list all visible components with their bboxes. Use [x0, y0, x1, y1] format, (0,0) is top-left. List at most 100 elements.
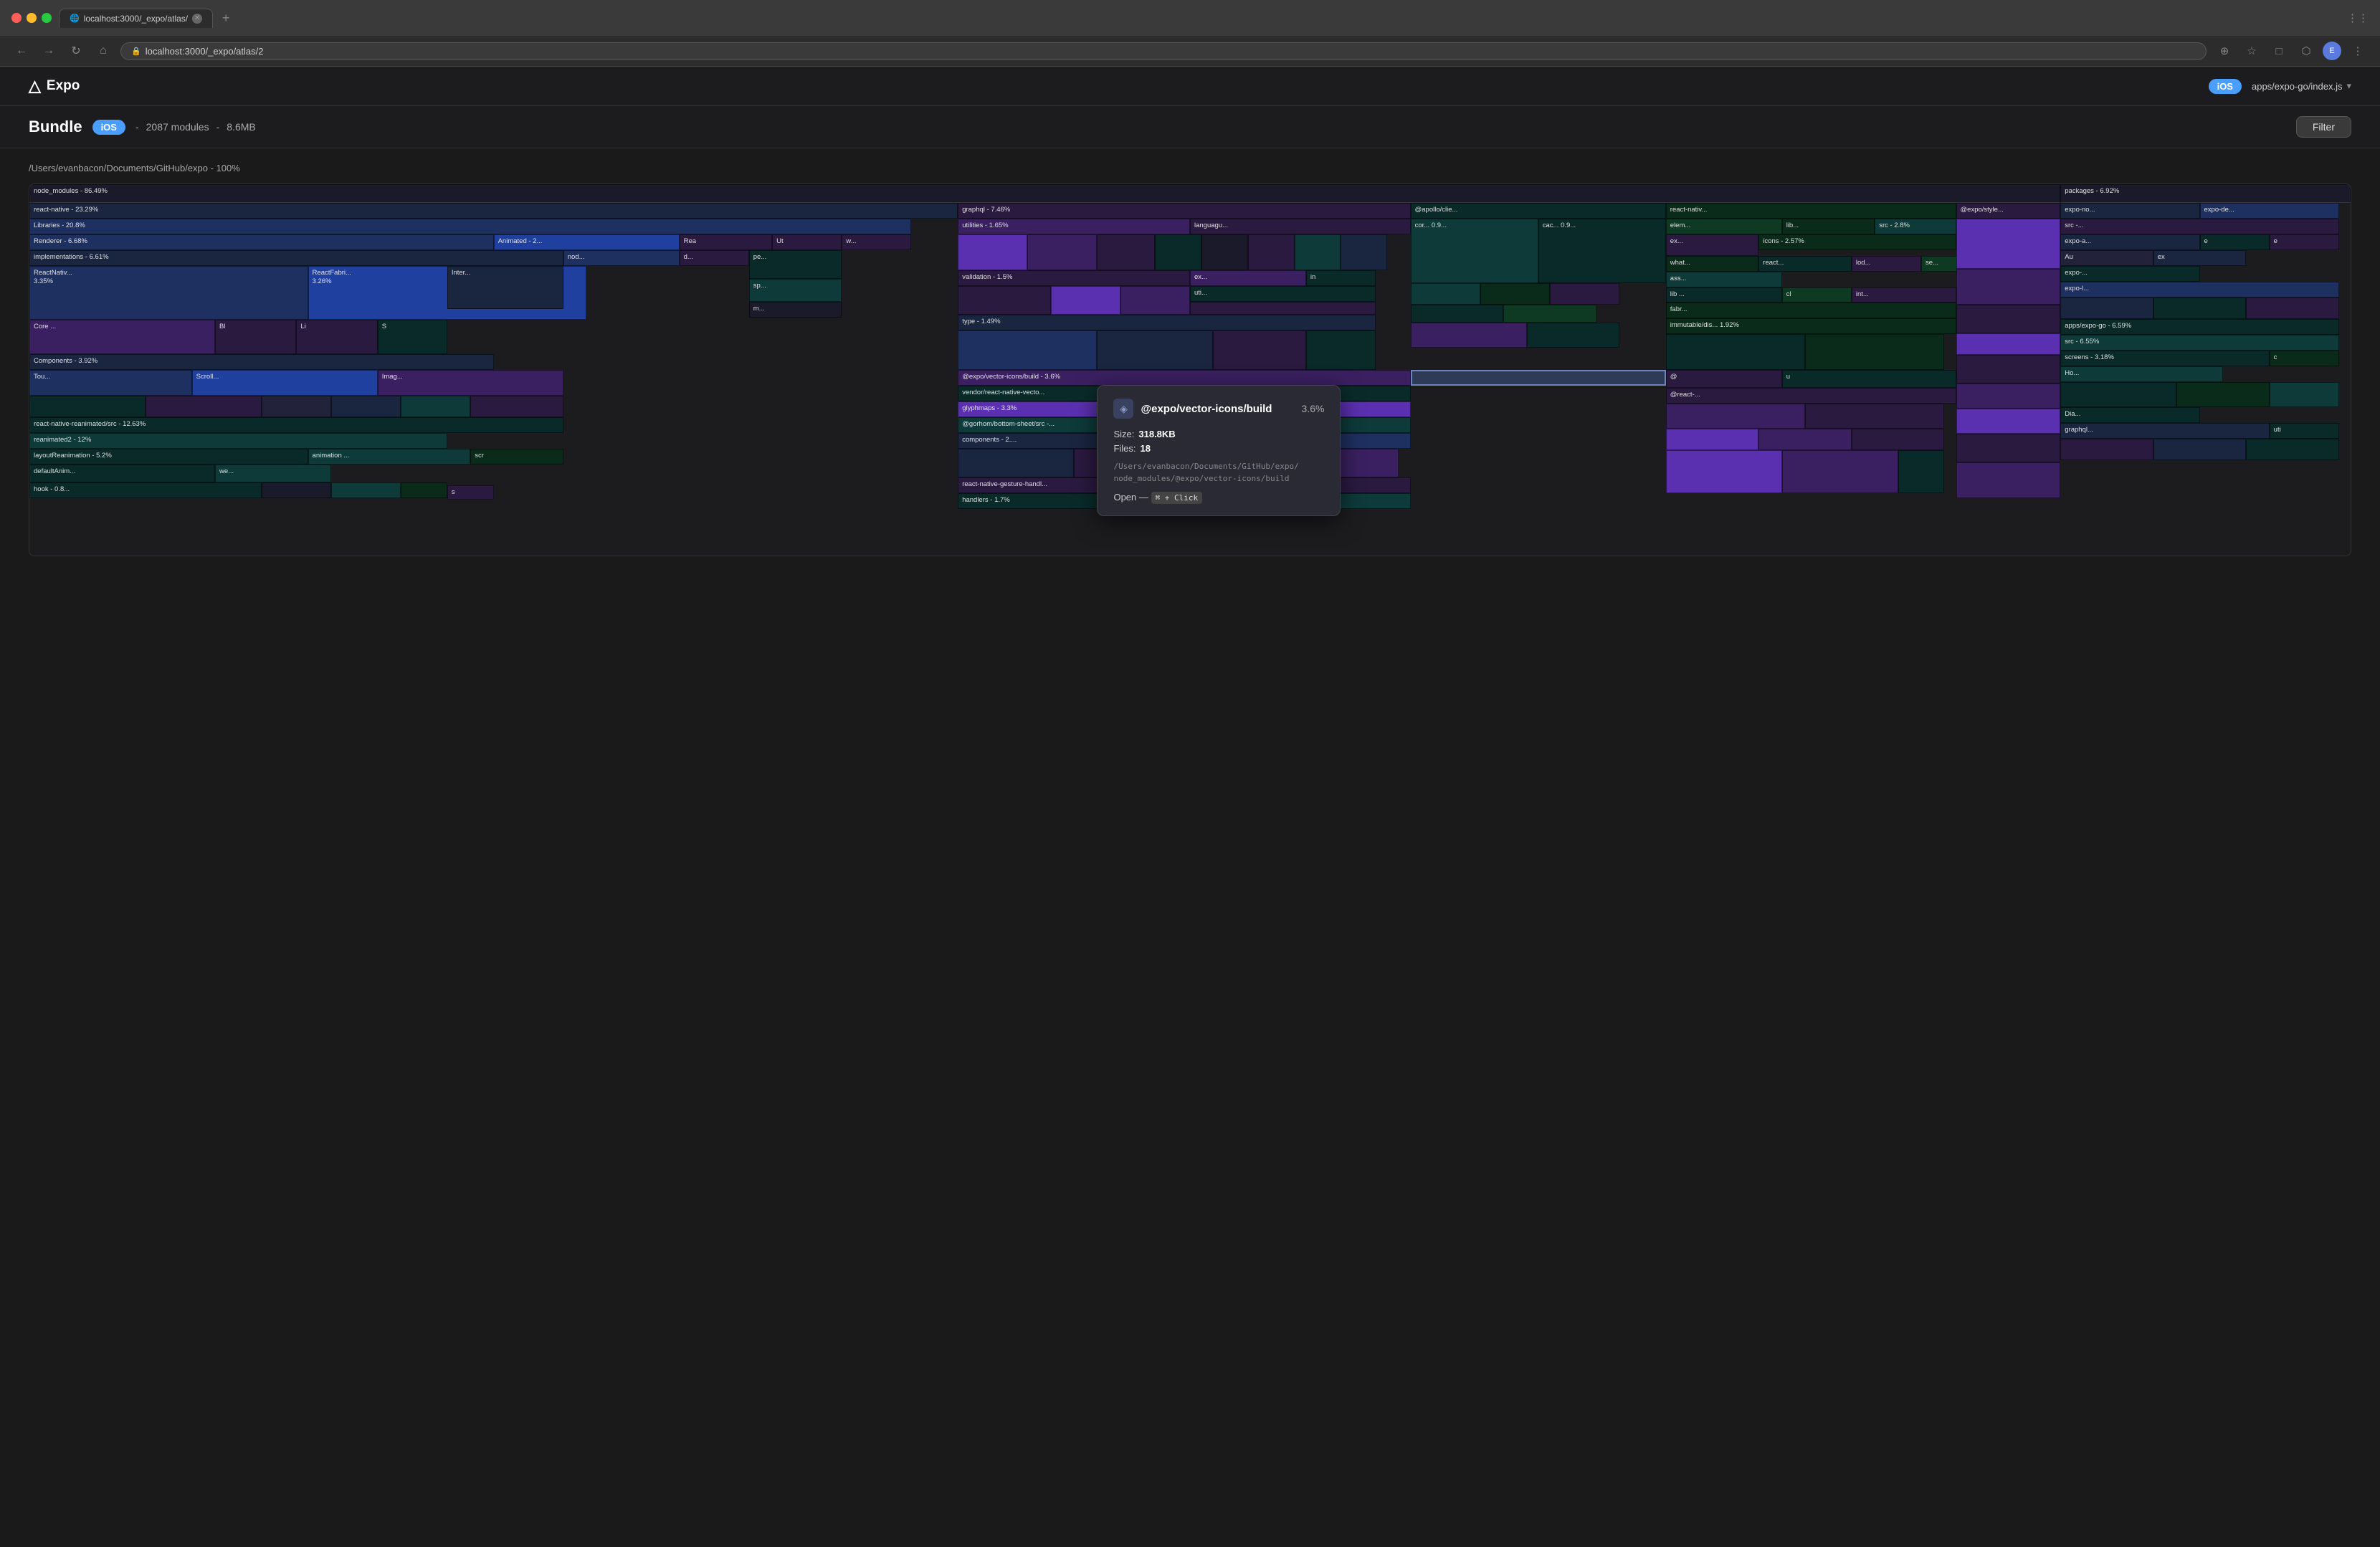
layout-cell[interactable]: layoutReanimation - 5.2%	[29, 449, 308, 465]
purple-area2[interactable]	[1805, 404, 1944, 429]
pkg-small1[interactable]	[2060, 298, 2153, 319]
w-cell[interactable]: w...	[842, 234, 911, 250]
m-cell[interactable]: m...	[749, 302, 842, 318]
apollo-small4[interactable]	[1411, 305, 1504, 323]
src2-cell[interactable]: src - 6.55%	[2060, 335, 2339, 351]
screenshot-icon[interactable]: □	[2268, 40, 2290, 62]
expo-style-extra4[interactable]	[1956, 434, 2061, 462]
file-selector[interactable]: apps/expo-go/index.js ▾	[2252, 80, 2351, 92]
gq-small3[interactable]	[1097, 234, 1155, 270]
au-cell[interactable]: Au	[2060, 250, 2153, 266]
expo-style-cell4[interactable]	[1956, 333, 2061, 355]
c-cell[interactable]: c	[2270, 351, 2339, 366]
animated-cell[interactable]: Animated - 2...	[494, 234, 680, 250]
reanimated2-cell[interactable]: reanimated2 - 12%	[29, 433, 447, 449]
li-cell[interactable]: Li	[296, 320, 377, 354]
node-modules-header[interactable]: node_modules - 86.49%	[29, 184, 2060, 203]
immutable-small2[interactable]	[1805, 334, 1944, 370]
reload-button[interactable]: ↻	[66, 41, 86, 61]
gq-small2[interactable]	[1027, 234, 1097, 270]
imag-cell[interactable]: Imag...	[378, 370, 563, 396]
defaultanim-cell[interactable]: defaultAnim...	[29, 465, 215, 482]
type-small4[interactable]	[1306, 330, 1376, 370]
pkg-small2[interactable]	[2153, 298, 2247, 319]
inter-cell[interactable]: Inter...	[447, 266, 563, 309]
packages-header[interactable]: packages - 6.92%	[2060, 184, 2351, 203]
purple-area3[interactable]	[1666, 429, 1759, 450]
val-small2[interactable]	[1051, 286, 1120, 315]
zoom-icon[interactable]: ⊕	[2214, 40, 2235, 62]
apps-expo-go-section[interactable]: apps/expo-go - 6.59%	[2060, 319, 2339, 335]
uti-small[interactable]	[1190, 302, 1376, 315]
forward-button[interactable]: →	[39, 41, 59, 61]
type-small1[interactable]	[958, 330, 1097, 370]
e1-cell[interactable]: e	[2200, 234, 2270, 250]
expo-dots-cell[interactable]: expo-...	[2060, 266, 2199, 282]
expo-style-cell3[interactable]	[1956, 305, 2061, 333]
gq-small1[interactable]	[958, 234, 1027, 270]
libraries-cell[interactable]: Libraries - 20.8%	[29, 219, 911, 234]
at-cell[interactable]: @	[1666, 370, 1782, 388]
new-tab-button[interactable]: +	[216, 8, 236, 28]
vector-icons-cell[interactable]: @expo/vector-icons/build - 3.6%	[958, 370, 1410, 386]
reanimated-small2[interactable]	[331, 482, 401, 498]
react-native-section[interactable]: react-native - 23.29%	[29, 203, 958, 219]
address-bar[interactable]: 🔒 localhost:3000/_expo/atlas/2	[120, 42, 2207, 60]
vector-icons-highlighted[interactable]	[1411, 370, 1666, 386]
ex-graphql[interactable]: ex...	[1190, 270, 1306, 286]
share-icon[interactable]: ⬡	[2295, 40, 2317, 62]
gq-small5[interactable]	[1201, 234, 1248, 270]
ass-cell[interactable]: ass...	[1666, 272, 1782, 287]
apps-small2[interactable]	[2176, 382, 2270, 407]
at-react-cell[interactable]: @react-...	[1666, 388, 1956, 404]
maximize-button[interactable]	[42, 13, 52, 23]
pkg-rem2[interactable]	[2153, 439, 2247, 460]
comp-small1[interactable]	[958, 449, 1074, 477]
elem-cell[interactable]: elem...	[1666, 219, 1782, 234]
pkg-small3[interactable]	[2246, 298, 2339, 319]
apollo-small3[interactable]	[1550, 283, 1619, 305]
pkg-rem1[interactable]	[2060, 439, 2153, 460]
components-cell[interactable]: Components - 3.92%	[29, 354, 494, 370]
ex-packages-cell[interactable]: ex	[2153, 250, 2247, 266]
tou-cell[interactable]: Tou...	[29, 370, 192, 396]
sp-cell[interactable]: sp...	[749, 279, 842, 302]
scr-cell[interactable]: scr	[470, 449, 563, 465]
small1-cell[interactable]	[29, 396, 146, 417]
fabr-cell[interactable]: fabr...	[1666, 303, 1956, 318]
cl-cell[interactable]: cl	[1782, 287, 1852, 303]
bl-cell[interactable]: Bl	[215, 320, 296, 354]
hook-cell[interactable]: hook - 0.8...	[29, 482, 262, 498]
small5-cell[interactable]	[401, 396, 470, 417]
gq-small4[interactable]	[1155, 234, 1201, 270]
renderer-cell[interactable]: Renderer - 6.68%	[29, 234, 494, 250]
graphql2-cell[interactable]: graphql...	[2060, 423, 2269, 439]
icons-cell[interactable]: icons - 2.57%	[1758, 234, 1956, 250]
cac-cell[interactable]: cac... 0.9...	[1538, 219, 1666, 283]
lib2-cell[interactable]: lib ...	[1666, 287, 1782, 303]
gq-small8[interactable]	[1341, 234, 1387, 270]
back-button[interactable]: ←	[11, 41, 32, 61]
platform-badge[interactable]: iOS	[2209, 79, 2242, 94]
ho-packages[interactable]: Ho...	[2060, 366, 2223, 382]
validation-cell[interactable]: validation - 1.5%	[958, 270, 1190, 286]
gq-small7[interactable]	[1295, 234, 1341, 270]
type-small3[interactable]	[1213, 330, 1306, 370]
immutable-small1[interactable]	[1666, 334, 1805, 370]
implementations-cell[interactable]: implementations - 6.61%	[29, 250, 563, 266]
type-cell[interactable]: type - 1.49%	[958, 315, 1376, 330]
react-cell[interactable]: react...	[1758, 256, 1852, 272]
extensions-icon[interactable]: ⋮⋮	[2347, 7, 2369, 29]
dia-cell[interactable]: Dia...	[2060, 407, 2199, 423]
purple-area1[interactable]	[1666, 404, 1805, 429]
uti-packages-cell[interactable]: uti	[2270, 423, 2339, 439]
minimize-button[interactable]	[27, 13, 37, 23]
close-button[interactable]	[11, 13, 22, 23]
expo-no-cell[interactable]: expo-no...	[2060, 203, 2199, 219]
d-cell[interactable]: d...	[680, 250, 749, 266]
purple-area4[interactable]	[1758, 429, 1852, 450]
cor-cell[interactable]: cor... 0.9...	[1411, 219, 1538, 283]
ex-react[interactable]: ex...	[1666, 234, 1759, 256]
expo-a-cell[interactable]: expo-a...	[2060, 234, 2199, 250]
we-cell[interactable]: we...	[215, 465, 331, 482]
